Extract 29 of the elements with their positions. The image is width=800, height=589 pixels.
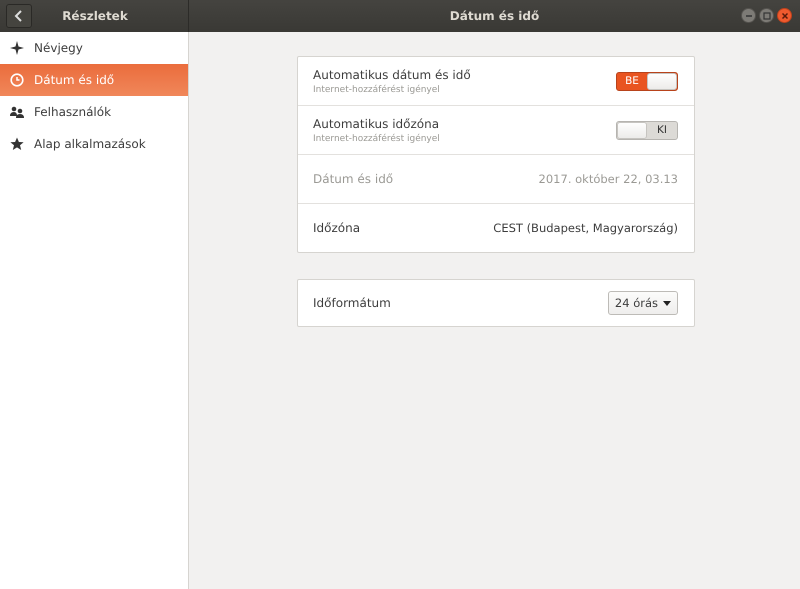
clock-icon <box>10 73 24 87</box>
sparkle-icon <box>10 41 24 55</box>
users-icon <box>10 105 24 119</box>
caret-icon <box>663 300 671 306</box>
row-label: Időzóna <box>313 221 360 235</box>
row-value: 2017. október 22, 03.13 <box>538 172 678 186</box>
star-icon <box>10 137 24 151</box>
sidebar-title: Részletek <box>61 9 129 23</box>
sidebar-item[interactable]: Névjegy <box>0 32 188 64</box>
row-label: Automatikus dátum és idő <box>313 68 471 82</box>
row-label: Dátum és idő <box>313 172 394 186</box>
window-title: Dátum és idő <box>450 9 540 23</box>
toggle-switch[interactable]: KI <box>616 120 678 140</box>
maximize-button[interactable] <box>759 8 774 23</box>
row-value[interactable]: CEST (Budapest, Magyarország) <box>493 221 678 235</box>
row-subtitle: Internet-hozzáférést igényel <box>313 134 440 144</box>
close-icon <box>780 12 788 20</box>
row-label: Időformátum <box>313 296 391 310</box>
close-button[interactable] <box>777 8 792 23</box>
sidebar-item[interactable]: Felhasználók <box>0 96 188 128</box>
minimize-button[interactable] <box>741 8 756 23</box>
back-button[interactable] <box>6 4 32 28</box>
sidebar-item[interactable]: Alap alkalmazások <box>0 128 188 160</box>
row-subtitle: Internet-hozzáférést igényel <box>313 84 441 94</box>
row-label: Automatikus időzóna <box>313 116 440 130</box>
chevron-left-icon <box>14 10 24 22</box>
toggle-switch[interactable]: BE <box>616 72 678 90</box>
square-icon <box>762 12 770 20</box>
format-dropdown[interactable]: 24 órás <box>608 291 678 315</box>
